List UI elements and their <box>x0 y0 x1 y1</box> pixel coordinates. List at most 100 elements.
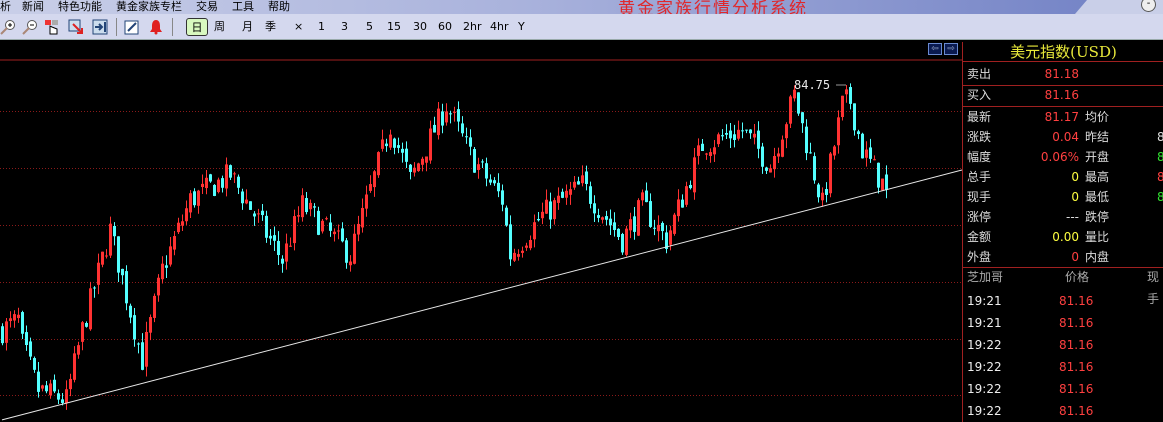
candle-body-down <box>605 216 608 220</box>
candle-body-down <box>493 180 496 184</box>
candle-body-down <box>653 227 656 229</box>
toolbar-divider <box>116 18 117 36</box>
scroll-left-button[interactable]: ⇦ <box>928 43 942 55</box>
candle-body-down <box>465 136 468 138</box>
candle-body-up <box>97 262 100 285</box>
scroll-right-button[interactable]: ⇨ <box>944 43 958 55</box>
menu-gold-column[interactable]: 黄金家族专栏 <box>116 0 182 14</box>
toolbar: 日 周 月 季 × 1 3 5 15 30 60 2hr 4hr Y <box>0 14 1163 40</box>
tick-price: 81.16 <box>1059 338 1094 352</box>
quote-row: 最新 81.17 均价 <box>963 107 1163 127</box>
candle-body-down <box>265 215 268 238</box>
window-controls: - <box>1075 0 1163 14</box>
candle-body-down <box>221 178 224 188</box>
period-month-button[interactable]: 月 <box>242 18 253 36</box>
candle-body-up <box>105 255 108 257</box>
period-30-button[interactable]: 30 <box>413 18 427 36</box>
candle-body-up <box>837 117 840 146</box>
candle-body-up <box>625 228 628 255</box>
candle-body-up <box>753 133 756 138</box>
candle-body-up <box>65 389 68 404</box>
export-icon[interactable] <box>68 19 84 35</box>
candle-body-down <box>729 130 732 139</box>
candle-body-down <box>877 162 880 188</box>
tick-time: 19:21 <box>967 316 1002 330</box>
candle-body-down <box>501 190 504 205</box>
period-15-button[interactable]: 15 <box>387 18 401 36</box>
zoom-in-icon[interactable] <box>0 19 16 35</box>
candle-body-down <box>193 191 196 206</box>
period-quarter-button[interactable]: 季 <box>265 18 276 36</box>
period-x-button[interactable]: × <box>294 18 303 36</box>
candle-body-up <box>337 230 340 232</box>
menu-analysis[interactable]: 析 <box>0 0 11 14</box>
candle-body-up <box>17 314 20 319</box>
candle-body-down <box>681 199 684 208</box>
candle-body-up <box>657 224 660 232</box>
quote-label: 幅度 <box>967 150 992 164</box>
high-price-label: 84.75 <box>794 78 830 92</box>
candle-body-up <box>865 149 868 158</box>
period-week-button[interactable]: 周 <box>214 18 225 36</box>
menu-news[interactable]: 新闻 <box>22 0 44 14</box>
candle-body-up <box>233 173 236 175</box>
import-icon[interactable] <box>92 19 108 35</box>
candle-body-up <box>477 164 480 170</box>
candle-body-up <box>301 195 304 218</box>
candle-body-down <box>757 130 760 149</box>
minimize-button[interactable]: - <box>1141 0 1156 12</box>
menu-tools[interactable]: 工具 <box>232 0 254 14</box>
candle-body-up <box>713 147 716 155</box>
candlestick-chart[interactable]: 84.75 <box>0 42 962 422</box>
candle-body-up <box>629 219 632 231</box>
quote-label-2: 均价 <box>1085 110 1110 124</box>
period-3-button[interactable]: 3 <box>341 18 348 36</box>
menu-help[interactable]: 帮助 <box>268 0 290 14</box>
draw-tool-icon[interactable] <box>124 19 140 35</box>
candle-body-down <box>485 163 488 179</box>
menu-trade[interactable]: 交易 <box>196 0 218 14</box>
period-1-button[interactable]: 1 <box>318 18 325 36</box>
candle-body-down <box>409 164 412 172</box>
quote-row: 幅度 0.06% 开盘 8 <box>963 147 1163 167</box>
quote-value: 81.17 <box>1044 110 1079 124</box>
select-pointer-icon[interactable] <box>44 19 60 35</box>
candle-body-down <box>385 143 388 147</box>
candle-body-up <box>545 199 548 214</box>
menu-features[interactable]: 特色功能 <box>58 0 102 14</box>
candle-body-up <box>529 240 532 249</box>
candle-body-down <box>393 138 396 148</box>
quote-value-2: 8 <box>1157 190 1163 204</box>
quote-value: 0.00 <box>1052 230 1079 244</box>
candle-body-down <box>489 179 492 183</box>
alarm-bell-icon[interactable] <box>148 19 164 35</box>
period-2hr-button[interactable]: 2hr <box>463 18 482 36</box>
candle-body-up <box>833 146 836 156</box>
quote-panel: 美元指数(USD) 卖出 81.18 买入 81.16 最新 81.17 均价 涨跌 0.0… <box>962 42 1163 422</box>
candle-body-up <box>81 322 84 342</box>
zoom-out-icon[interactable] <box>22 19 38 35</box>
quote-label: 金额 <box>967 230 992 244</box>
period-5-button[interactable]: 5 <box>366 18 373 36</box>
candle-body-up <box>349 261 352 266</box>
candle-body-up <box>297 215 300 217</box>
period-4hr-button[interactable]: 4hr <box>490 18 509 36</box>
candle-body-down <box>29 341 32 357</box>
candle-body-up <box>357 223 360 235</box>
candle-body-down <box>21 312 24 334</box>
period-60-button[interactable]: 60 <box>438 18 452 36</box>
candle-body-up <box>289 245 292 247</box>
symbol-title: 美元指数(USD) <box>963 42 1163 62</box>
candle-body-down <box>645 190 648 203</box>
quote-label-2: 最高 <box>1085 170 1110 184</box>
candle-body-up <box>293 216 296 244</box>
quote-label: 外盘 <box>967 250 992 264</box>
candle-body-down <box>449 113 452 115</box>
period-day-button[interactable]: 日 <box>186 18 208 36</box>
candle-body-up <box>181 221 184 226</box>
candle-body-up <box>453 111 456 113</box>
period-year-button[interactable]: Y <box>518 18 525 36</box>
candle-body-up <box>445 111 448 123</box>
candle-body-down <box>509 224 512 260</box>
candle-body-up <box>365 194 368 209</box>
